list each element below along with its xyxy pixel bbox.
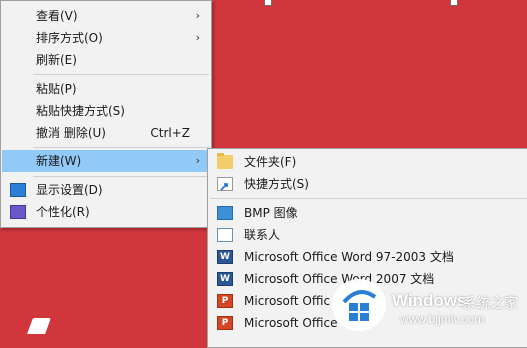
chevron-right-icon: › xyxy=(195,9,200,22)
selection-handle xyxy=(450,0,458,6)
submenu-item-word-97-2003[interactable]: W Microsoft Office Word 97-2003 文档 xyxy=(209,246,527,268)
word-doc-icon: W xyxy=(217,250,233,264)
powerpoint-icon: P xyxy=(217,316,233,330)
menu-item-refresh[interactable]: 刷新(E) xyxy=(2,49,210,71)
menu-item-undo-delete[interactable]: 撤消 删除(U) Ctrl+Z xyxy=(2,122,210,144)
contact-icon xyxy=(217,228,233,242)
menu-item-label: Microsoft Office Word 97-2003 文档 xyxy=(244,250,454,264)
powerpoint-icon: P xyxy=(217,294,233,308)
watermark-title: Windows xyxy=(392,291,467,310)
submenu-item-contact[interactable]: 联系人 xyxy=(209,224,527,246)
menu-item-label: Microsoft Offic xyxy=(244,294,331,308)
menu-separator xyxy=(33,147,209,148)
menu-separator xyxy=(33,74,209,75)
selection-handle xyxy=(264,0,272,6)
menu-item-label: 排序方式(O) xyxy=(36,31,103,45)
menu-separator xyxy=(210,198,527,199)
watermark-url: www.bjjmlv.com xyxy=(400,312,485,326)
menu-item-view[interactable]: 查看(V) › xyxy=(2,5,210,27)
shortcut-icon xyxy=(217,177,233,191)
display-settings-icon xyxy=(10,183,26,197)
chevron-right-icon: › xyxy=(195,31,200,44)
windows-logo-icon xyxy=(332,279,386,331)
menu-item-sort-by[interactable]: 排序方式(O) › xyxy=(2,27,210,49)
menu-item-label: 查看(V) xyxy=(36,9,78,23)
menu-item-label: 新建(W) xyxy=(36,154,82,168)
submenu-item-folder[interactable]: 文件夹(F) xyxy=(209,151,527,173)
menu-item-label: 粘贴快捷方式(S) xyxy=(36,104,125,118)
menu-item-label: 显示设置(D) xyxy=(36,183,103,197)
watermark: Windows 系统之家 www.bjjmlv.com xyxy=(330,277,527,333)
menu-item-label: 撤消 删除(U) xyxy=(36,126,106,140)
desktop-context-menu: 查看(V) › 排序方式(O) › 刷新(E) 粘贴(P) 粘贴快捷方式(S) … xyxy=(0,0,212,228)
menu-item-personalize[interactable]: 个性化(R) xyxy=(2,201,210,223)
menu-item-new[interactable]: 新建(W) › xyxy=(2,150,210,172)
keyboard-shortcut: Ctrl+Z xyxy=(150,126,190,140)
bmp-image-icon xyxy=(217,206,233,220)
menu-item-label: Microsoft Office xyxy=(244,316,338,330)
folder-icon xyxy=(217,153,233,169)
submenu-item-shortcut[interactable]: 快捷方式(S) xyxy=(209,173,527,195)
submenu-item-bmp-image[interactable]: BMP 图像 xyxy=(209,202,527,224)
menu-item-display-settings[interactable]: 显示设置(D) xyxy=(2,179,210,201)
menu-item-label: 个性化(R) xyxy=(36,205,90,219)
watermark-subtitle: 系统之家 xyxy=(462,296,518,312)
menu-separator xyxy=(33,176,209,177)
menu-item-paste[interactable]: 粘贴(P) xyxy=(2,78,210,100)
menu-item-label: 刷新(E) xyxy=(36,53,77,67)
menu-item-label: 粘贴(P) xyxy=(36,82,77,96)
menu-item-paste-shortcut[interactable]: 粘贴快捷方式(S) xyxy=(2,100,210,122)
menu-item-label: 联系人 xyxy=(244,228,281,242)
menu-item-label: 文件夹(F) xyxy=(244,155,297,169)
chevron-right-icon: › xyxy=(195,154,200,167)
word-docx-icon: W xyxy=(217,272,233,286)
personalize-icon xyxy=(10,205,26,219)
menu-item-label: BMP 图像 xyxy=(244,206,298,220)
menu-item-label: 快捷方式(S) xyxy=(244,177,309,191)
